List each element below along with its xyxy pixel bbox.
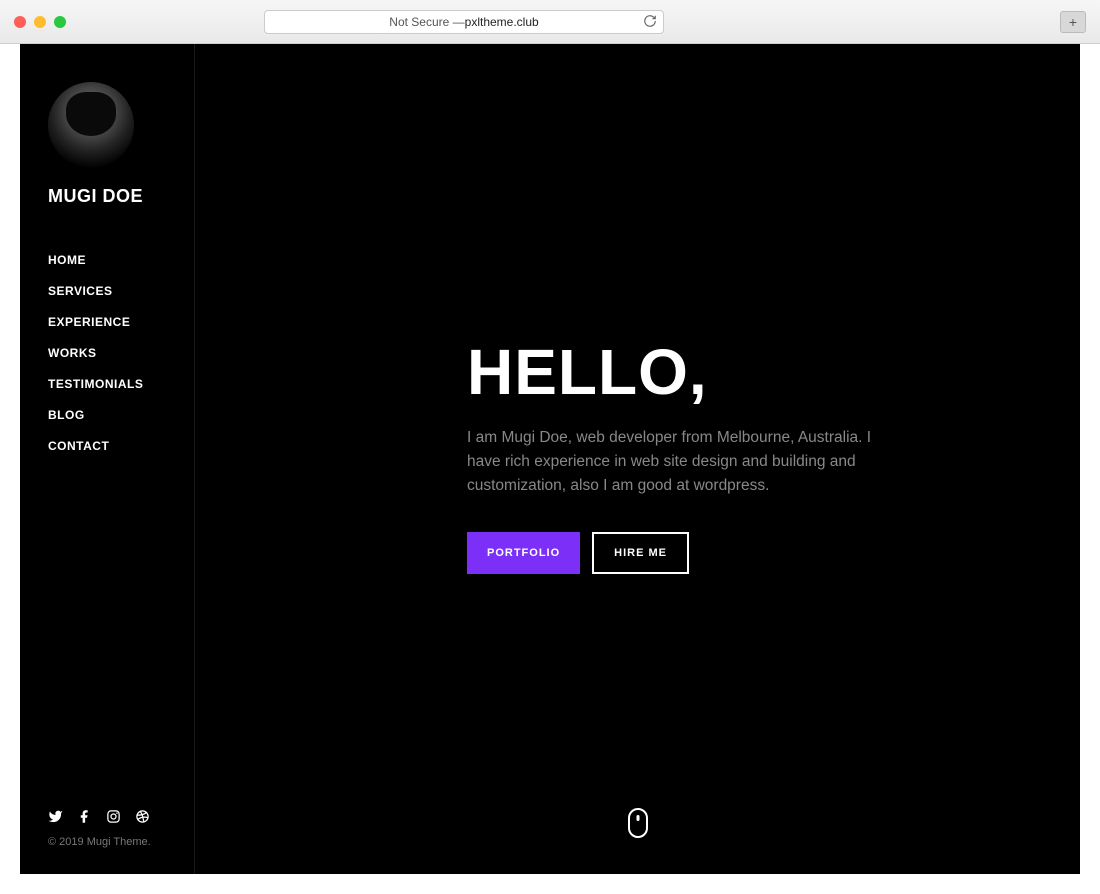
dribbble-icon[interactable]	[135, 809, 150, 824]
page-viewport: MUGI DOE HOME SERVICES EXPERIENCE WORKS …	[20, 44, 1080, 874]
hero-description: I am Mugi Doe, web developer from Melbou…	[467, 426, 887, 498]
nav-blog[interactable]: BLOG	[48, 408, 194, 422]
facebook-icon[interactable]	[77, 809, 92, 824]
hero-buttons: PORTFOLIO HIRE ME	[467, 532, 887, 574]
hero-title: HELLO,	[467, 340, 887, 404]
nav-home[interactable]: HOME	[48, 253, 194, 267]
nav-menu: HOME SERVICES EXPERIENCE WORKS TESTIMONI…	[48, 253, 194, 470]
avatar	[48, 82, 134, 168]
url-domain: pxltheme.club	[465, 15, 539, 29]
nav-experience[interactable]: EXPERIENCE	[48, 315, 194, 329]
nav-works[interactable]: WORKS	[48, 346, 194, 360]
maximize-window-button[interactable]	[54, 16, 66, 28]
hire-me-button[interactable]: HIRE ME	[592, 532, 689, 574]
sidebar: MUGI DOE HOME SERVICES EXPERIENCE WORKS …	[20, 44, 195, 874]
portfolio-button[interactable]: PORTFOLIO	[467, 532, 580, 574]
reload-icon[interactable]	[643, 14, 657, 31]
scroll-down-icon[interactable]	[628, 808, 648, 838]
site-title: MUGI DOE	[48, 186, 194, 207]
twitter-icon[interactable]	[48, 809, 63, 824]
social-links	[48, 809, 194, 824]
hero-section: HELLO, I am Mugi Doe, web developer from…	[467, 340, 887, 574]
copyright: © 2019 Mugi Theme.	[48, 836, 194, 848]
nav-services[interactable]: SERVICES	[48, 284, 194, 298]
browser-chrome: Not Secure — pxltheme.club +	[0, 0, 1100, 44]
new-tab-button[interactable]: +	[1060, 11, 1086, 33]
main-content: HELLO, I am Mugi Doe, web developer from…	[195, 44, 1080, 874]
nav-contact[interactable]: CONTACT	[48, 439, 194, 453]
minimize-window-button[interactable]	[34, 16, 46, 28]
security-label: Not Secure —	[389, 15, 464, 29]
address-bar[interactable]: Not Secure — pxltheme.club	[264, 10, 664, 34]
window-controls	[14, 16, 66, 28]
close-window-button[interactable]	[14, 16, 26, 28]
instagram-icon[interactable]	[106, 809, 121, 824]
nav-testimonials[interactable]: TESTIMONIALS	[48, 377, 194, 391]
